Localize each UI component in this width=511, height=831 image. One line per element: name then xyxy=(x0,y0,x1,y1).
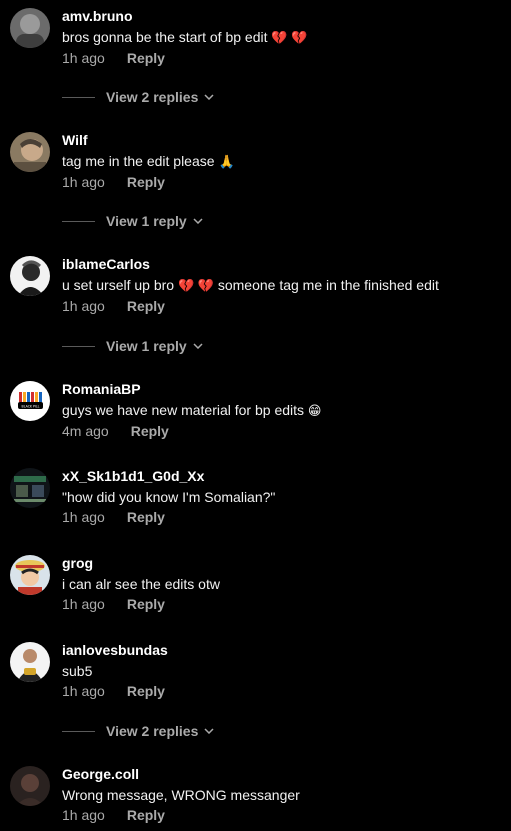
comment-text: sub5 xyxy=(62,661,503,681)
chevron-down-icon xyxy=(193,343,203,349)
divider xyxy=(62,220,95,222)
comment-time: 1h ago xyxy=(62,596,105,612)
comment-text-body: Wrong message, WRONG messanger xyxy=(62,787,300,803)
comment-username[interactable]: ianlovesbundas xyxy=(62,642,503,659)
broken-heart-emoji: 💔 💔 xyxy=(177,278,214,293)
comment-text: tag me in the edit please 🙏 xyxy=(62,151,503,172)
view-replies-button[interactable]: View 2 replies xyxy=(62,87,214,107)
comment-text-body: "how did you know I'm Somalian?" xyxy=(62,489,276,505)
comment-text-body: i can alr see the edits otw xyxy=(62,576,220,592)
view-replies-label: View 1 reply xyxy=(106,213,187,229)
comment-username[interactable]: grog xyxy=(62,555,503,572)
divider xyxy=(62,96,95,98)
chevron-down-icon xyxy=(204,94,214,100)
reply-button[interactable]: Reply xyxy=(127,172,165,192)
view-replies-label: View 2 replies xyxy=(106,89,199,105)
comment-text-body: guys we have new material for bp edits xyxy=(62,402,305,418)
avatar[interactable] xyxy=(10,468,50,508)
reply-button[interactable]: Reply xyxy=(127,594,165,614)
avatar[interactable] xyxy=(10,555,50,595)
avatar-image xyxy=(10,256,50,296)
reply-button[interactable]: Reply xyxy=(131,421,169,441)
pray-emoji: 🙏 xyxy=(218,154,235,169)
reply-button[interactable]: Reply xyxy=(127,507,165,527)
chevron-down-icon xyxy=(204,728,214,734)
avatar[interactable] xyxy=(10,766,50,806)
comment-time: 1h ago xyxy=(62,807,105,823)
comment-time: 4m ago xyxy=(62,423,109,439)
chevron-down-icon xyxy=(193,218,203,224)
comment-time: 1h ago xyxy=(62,50,105,66)
reply-button[interactable]: Reply xyxy=(127,48,165,68)
avatar[interactable]: BLACK PILL xyxy=(10,381,50,421)
comment-text: u set urself up bro 💔 💔 someone tag me i… xyxy=(62,275,503,296)
avatar[interactable] xyxy=(10,642,50,682)
reply-button[interactable]: Reply xyxy=(127,681,165,701)
comment-time: 1h ago xyxy=(62,174,105,190)
view-replies-button[interactable]: View 2 replies xyxy=(62,721,214,741)
comment-username[interactable]: RomaniaBP xyxy=(62,381,503,398)
comment-time: 1h ago xyxy=(62,683,105,699)
comment-text-body: tag me in the edit please xyxy=(62,153,215,169)
comment-text: bros gonna be the start of bp edit 💔 💔 xyxy=(62,27,503,48)
comment-time: 1h ago xyxy=(62,509,105,525)
reply-button[interactable]: Reply xyxy=(127,296,165,316)
comment-text: Wrong message, WRONG messanger xyxy=(62,785,503,805)
view-replies-label: View 2 replies xyxy=(106,723,199,739)
avatar-image xyxy=(10,555,50,595)
comment-text-body: u set urself up bro xyxy=(62,277,175,293)
broken-heart-emoji: 💔 💔 xyxy=(271,30,308,45)
divider xyxy=(62,730,95,732)
comment-text-body: bros gonna be the start of bp edit xyxy=(62,29,268,45)
avatar-image xyxy=(10,642,50,682)
avatar-image xyxy=(10,132,50,172)
grin-emoji: 😁 xyxy=(307,403,322,418)
comment-username[interactable]: xX_Sk1b1d1_G0d_Xx xyxy=(62,468,503,485)
avatar-image xyxy=(10,468,50,508)
comment-text: "how did you know I'm Somalian?" xyxy=(62,487,503,507)
avatar-image: BLACK PILL xyxy=(10,381,50,421)
comment-text-tail: someone tag me in the finished edit xyxy=(217,277,439,293)
comment-username[interactable]: George.coll xyxy=(62,766,503,783)
comment-text: guys we have new material for bp edits 😁 xyxy=(62,400,503,421)
view-replies-button[interactable]: View 1 reply xyxy=(62,336,203,356)
comment-username[interactable]: iblameCarlos xyxy=(62,256,503,273)
divider xyxy=(62,345,95,347)
avatar-label: BLACK PILL xyxy=(22,404,40,408)
view-replies-button[interactable]: View 1 reply xyxy=(62,211,203,231)
avatar[interactable] xyxy=(10,256,50,296)
comment-username[interactable]: Wilf xyxy=(62,132,503,149)
view-replies-label: View 1 reply xyxy=(106,338,187,354)
reply-button[interactable]: Reply xyxy=(127,805,165,825)
avatar[interactable] xyxy=(10,132,50,172)
avatar-image xyxy=(10,766,50,806)
avatar[interactable] xyxy=(10,8,50,48)
comment-time: 1h ago xyxy=(62,298,105,314)
comment-text: i can alr see the edits otw xyxy=(62,574,503,594)
comment-username[interactable]: amv.bruno xyxy=(62,8,503,25)
avatar-image xyxy=(10,8,50,48)
comment-text-body: sub5 xyxy=(62,663,93,679)
